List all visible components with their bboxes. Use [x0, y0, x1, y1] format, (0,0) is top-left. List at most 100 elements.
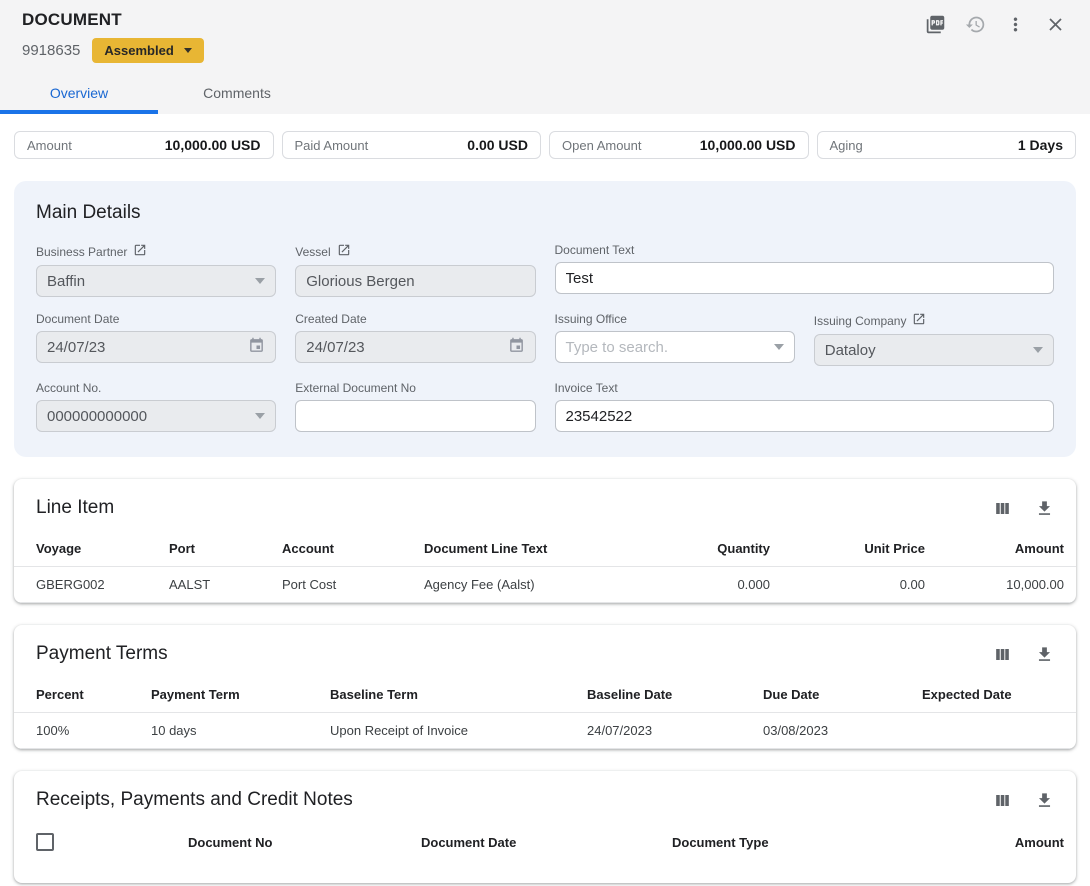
columns-settings-button[interactable]: [993, 791, 1012, 810]
download-icon: [1035, 652, 1054, 667]
field-label: Document Date: [36, 312, 119, 326]
summary-card-aging: Aging 1 Days: [817, 131, 1077, 159]
columns-settings-button[interactable]: [993, 645, 1012, 664]
column-header[interactable]: Port: [169, 534, 282, 567]
summary-value: 1 Days: [1018, 137, 1063, 153]
field-label: Invoice Text: [555, 381, 618, 395]
document-text-input[interactable]: [555, 262, 1055, 294]
open-in-new-icon[interactable]: [912, 312, 926, 329]
table-row[interactable]: GBERG002 AALST Port Cost Agency Fee (Aal…: [14, 567, 1076, 603]
column-header[interactable]: Quantity: [639, 534, 770, 567]
chevron-down-icon: [255, 278, 265, 284]
cell-account: Port Cost: [282, 567, 424, 603]
column-header[interactable]: Document Date: [421, 826, 672, 861]
payment-terms-section: Payment Terms Percent Payment Term Basel…: [14, 625, 1076, 749]
placeholder-text: Type to search.: [566, 339, 669, 356]
close-icon: [1045, 23, 1066, 38]
open-in-new-icon[interactable]: [133, 243, 147, 260]
download-button[interactable]: [1035, 791, 1054, 810]
status-label: Assembled: [104, 43, 173, 58]
summary-label: Aging: [830, 138, 863, 153]
more-options-button[interactable]: [1005, 14, 1026, 35]
vessel-field[interactable]: Glorious Bergen: [295, 265, 535, 297]
cell-voyage: GBERG002: [14, 567, 169, 603]
field-label: External Document No: [295, 381, 416, 395]
columns-icon: [993, 798, 1012, 813]
column-header[interactable]: Due Date: [763, 680, 922, 713]
column-header[interactable]: Payment Term: [151, 680, 330, 713]
summary-value: 10,000.00 USD: [700, 137, 796, 153]
table-header-row: Document No Document Date Document Type …: [14, 826, 1076, 861]
kebab-menu-icon: [1005, 23, 1026, 38]
document-date-picker[interactable]: 24/07/23: [36, 331, 276, 363]
summary-value: 10,000.00 USD: [165, 137, 261, 153]
tab-comments[interactable]: Comments: [158, 75, 316, 114]
cell-baseline-term: Upon Receipt of Invoice: [330, 713, 587, 749]
account-no-select[interactable]: 000000000000: [36, 400, 276, 432]
history-icon: [965, 23, 986, 38]
field-label: Issuing Company: [814, 314, 907, 328]
cell-unit-price: 0.00: [770, 567, 925, 603]
field-label: Account No.: [36, 381, 101, 395]
tab-bar: Overview Comments: [0, 75, 1068, 114]
payment-terms-table: Percent Payment Term Baseline Term Basel…: [14, 680, 1076, 749]
page-header: DOCUMENT 9918635 Assembled: [0, 0, 1090, 114]
column-header[interactable]: Document No: [188, 826, 421, 861]
status-badge-dropdown[interactable]: Assembled: [92, 38, 203, 63]
column-header[interactable]: Unit Price: [770, 534, 925, 567]
column-header[interactable]: Percent: [14, 680, 151, 713]
pdf-export-button[interactable]: [925, 14, 946, 35]
download-button[interactable]: [1035, 499, 1054, 518]
document-number: 9918635: [22, 42, 80, 59]
column-header[interactable]: Baseline Term: [330, 680, 587, 713]
download-button[interactable]: [1035, 645, 1054, 664]
field-account-no: Account No. 000000000000: [36, 381, 276, 432]
section-heading: Main Details: [36, 202, 1054, 224]
invoice-text-input[interactable]: [555, 400, 1055, 432]
open-in-new-icon[interactable]: [337, 243, 351, 260]
cell-baseline-date: 24/07/2023: [587, 713, 763, 749]
issuing-company-select[interactable]: Dataloy: [814, 334, 1054, 366]
column-header[interactable]: Expected Date: [922, 680, 1076, 713]
summary-label: Open Amount: [562, 138, 642, 153]
column-header[interactable]: Account: [282, 534, 424, 567]
summary-cards: Amount 10,000.00 USD Paid Amount 0.00 US…: [14, 131, 1076, 159]
created-date-picker[interactable]: 24/07/23: [295, 331, 535, 363]
chevron-down-icon: [774, 344, 784, 350]
field-label: Created Date: [295, 312, 366, 326]
main-details-section: Main Details Business Partner Baffin Ves…: [14, 181, 1076, 457]
select-value: Dataloy: [825, 342, 876, 359]
table-header-row: Voyage Port Account Document Line Text Q…: [14, 534, 1076, 567]
chevron-down-icon: [1033, 347, 1043, 353]
external-document-no-input[interactable]: [295, 400, 535, 432]
column-header[interactable]: Document Line Text: [424, 534, 639, 567]
chevron-down-icon: [255, 413, 265, 419]
history-button[interactable]: [965, 14, 986, 35]
field-label: Business Partner: [36, 245, 127, 259]
field-issuing-company: Issuing Company Dataloy: [814, 312, 1054, 366]
summary-card-paid-amount: Paid Amount 0.00 USD: [282, 131, 542, 159]
columns-icon: [993, 506, 1012, 521]
table-header-row: Percent Payment Term Baseline Term Basel…: [14, 680, 1076, 713]
columns-settings-button[interactable]: [993, 499, 1012, 518]
table-row[interactable]: 100% 10 days Upon Receipt of Invoice 24/…: [14, 713, 1076, 749]
column-header[interactable]: Voyage: [14, 534, 169, 567]
column-header[interactable]: Baseline Date: [587, 680, 763, 713]
field-issuing-office: Issuing Office Type to search.: [555, 312, 795, 366]
issuing-office-combobox[interactable]: Type to search.: [555, 331, 795, 363]
download-icon: [1035, 798, 1054, 813]
column-header[interactable]: Amount: [922, 826, 1076, 861]
column-header[interactable]: Amount: [925, 534, 1076, 567]
tab-overview[interactable]: Overview: [0, 75, 158, 114]
cell-expected-date: [922, 713, 1076, 749]
field-label: Vessel: [295, 245, 330, 259]
column-header[interactable]: Document Type: [672, 826, 922, 861]
calendar-icon: [508, 337, 525, 358]
pdf-icon: [925, 23, 946, 38]
close-button[interactable]: [1045, 14, 1066, 35]
select-value: Baffin: [47, 273, 85, 290]
download-icon: [1035, 506, 1054, 521]
cell-due-date: 03/08/2023: [763, 713, 922, 749]
select-all-checkbox[interactable]: [36, 833, 54, 851]
business-partner-select[interactable]: Baffin: [36, 265, 276, 297]
